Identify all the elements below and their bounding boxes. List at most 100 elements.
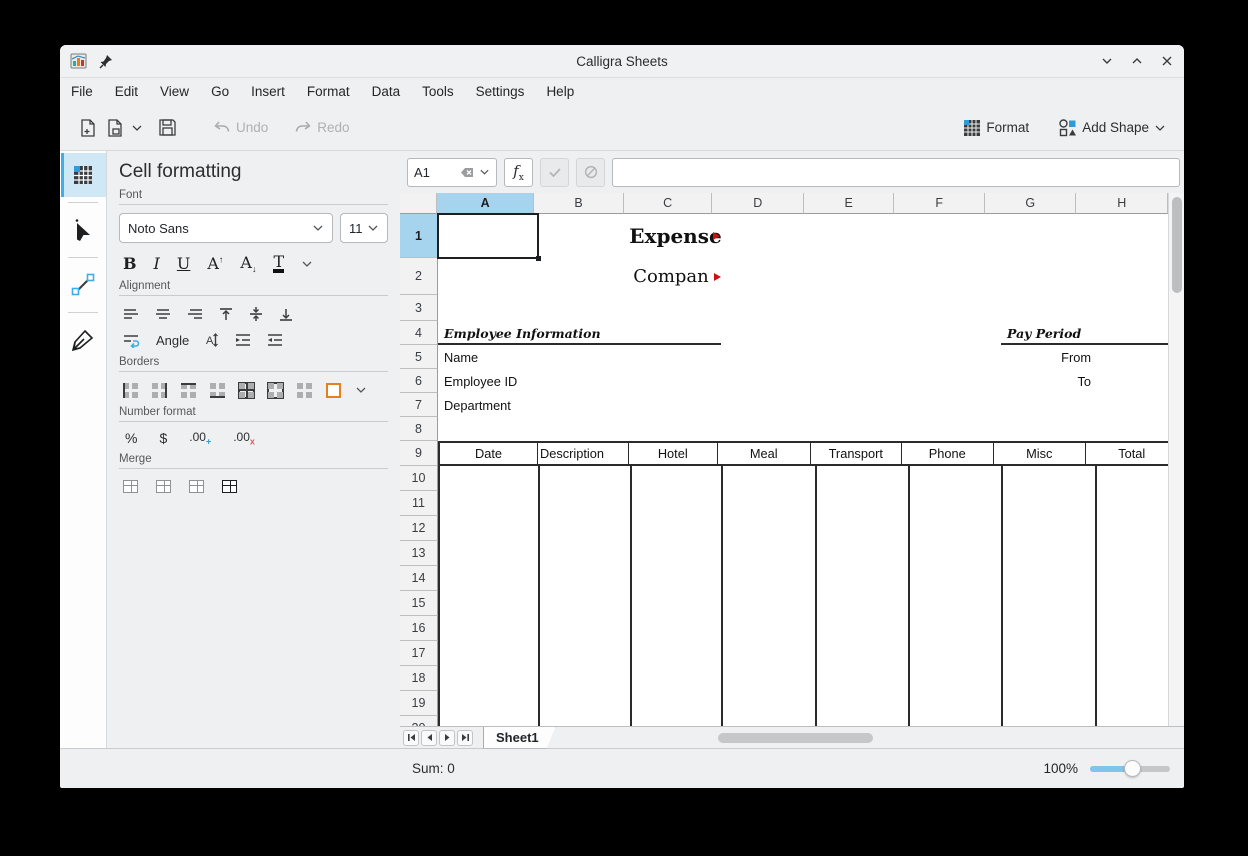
- row-header-7[interactable]: 7: [400, 393, 438, 417]
- format-button[interactable]: Format: [959, 115, 1033, 141]
- table-header-total[interactable]: Total: [1086, 443, 1168, 464]
- zoom-slider-handle[interactable]: [1124, 760, 1141, 777]
- align-bottom-icon[interactable]: [279, 307, 293, 322]
- undo-button[interactable]: Undo: [209, 116, 272, 140]
- row-header-5[interactable]: 5: [400, 345, 438, 369]
- row-header-14[interactable]: 14: [400, 566, 438, 591]
- close-button[interactable]: [1160, 54, 1174, 68]
- vertical-scrollbar[interactable]: [1168, 193, 1184, 726]
- indent-less-icon[interactable]: [267, 333, 283, 347]
- table-header-transport[interactable]: Transport: [811, 443, 903, 464]
- subscript-button[interactable]: A↓: [240, 253, 256, 274]
- border-left-icon[interactable]: [123, 383, 138, 398]
- row-header-13[interactable]: 13: [400, 541, 438, 566]
- table-header-phone[interactable]: Phone: [902, 443, 994, 464]
- border-outline-icon[interactable]: [268, 383, 283, 398]
- align-top-icon[interactable]: [219, 307, 233, 322]
- cell-g4[interactable]: Pay Period: [1007, 321, 1081, 345]
- horizontal-scrollbar-thumb[interactable]: [718, 733, 873, 743]
- menu-item-format[interactable]: Format: [307, 84, 350, 99]
- shape-selection-tool-button[interactable]: [61, 208, 106, 252]
- open-dropdown-chevron-icon[interactable]: [131, 120, 143, 135]
- currency-format-button[interactable]: $: [159, 430, 167, 446]
- font-size-select[interactable]: 11: [340, 213, 388, 243]
- column-header-b[interactable]: B: [534, 193, 624, 214]
- column-header-a[interactable]: A: [437, 193, 534, 214]
- spreadsheet-grid[interactable]: ABCDEFGH 2019181716151413121110987654321…: [400, 193, 1168, 726]
- row-header-20[interactable]: 20: [400, 716, 438, 726]
- formula-fx-button[interactable]: fx: [504, 158, 533, 187]
- align-left-icon[interactable]: [123, 307, 139, 321]
- table-header-description[interactable]: Description: [538, 443, 629, 464]
- open-document-button[interactable]: [101, 114, 128, 142]
- menu-item-go[interactable]: Go: [211, 84, 229, 99]
- border-top-icon[interactable]: [181, 383, 196, 398]
- row-header-12[interactable]: 12: [400, 516, 438, 541]
- row-header-10[interactable]: 10: [400, 466, 438, 491]
- column-header-f[interactable]: F: [894, 193, 985, 214]
- table-header-hotel[interactable]: Hotel: [629, 443, 719, 464]
- horizontal-scrollbar[interactable]: [568, 731, 1176, 745]
- cell-a6[interactable]: Employee ID: [444, 369, 517, 393]
- border-right-icon[interactable]: [152, 383, 167, 398]
- column-header-d[interactable]: D: [712, 193, 804, 214]
- connector-tool-button[interactable]: [61, 263, 106, 307]
- indent-more-icon[interactable]: [235, 333, 251, 347]
- zoom-slider[interactable]: [1090, 766, 1170, 772]
- align-middle-icon[interactable]: [249, 306, 263, 322]
- row-header-18[interactable]: 18: [400, 666, 438, 691]
- title-bar[interactable]: Calligra Sheets: [60, 45, 1184, 78]
- text-color-button[interactable]: T: [273, 255, 284, 273]
- formula-input[interactable]: [612, 158, 1180, 187]
- row-header-2[interactable]: 2: [400, 258, 438, 295]
- column-header-e[interactable]: E: [804, 193, 895, 214]
- menu-item-help[interactable]: Help: [546, 84, 574, 99]
- italic-button[interactable]: I: [154, 254, 160, 273]
- previous-sheet-button[interactable]: [421, 730, 437, 746]
- cell-tool-button[interactable]: [61, 153, 106, 197]
- column-headers[interactable]: ABCDEFGH: [400, 193, 1168, 214]
- row-header-19[interactable]: 19: [400, 691, 438, 716]
- last-sheet-button[interactable]: [457, 730, 473, 746]
- precision-minus-button[interactable]: .00x: [233, 430, 255, 446]
- wrap-text-icon[interactable]: [123, 333, 140, 348]
- row-header-16[interactable]: 16: [400, 616, 438, 641]
- cell-c1[interactable]: Expense: [630, 214, 721, 258]
- grid-corner[interactable]: [400, 193, 437, 214]
- cell-g6[interactable]: To: [1001, 369, 1091, 393]
- grid-body[interactable]: 2019181716151413121110987654321 Expense …: [400, 214, 1168, 726]
- clear-reference-icon[interactable]: [460, 167, 474, 178]
- superscript-button[interactable]: A↑: [207, 254, 223, 273]
- minimize-button[interactable]: [1100, 54, 1114, 68]
- merge-cells-icon[interactable]: [123, 480, 138, 493]
- row-header-17[interactable]: 17: [400, 641, 438, 666]
- row-header-15[interactable]: 15: [400, 591, 438, 616]
- border-color-swatch[interactable]: [326, 383, 341, 398]
- add-shape-button[interactable]: Add Shape: [1055, 115, 1170, 141]
- reference-chevron-icon[interactable]: [479, 168, 490, 176]
- row-header-11[interactable]: 11: [400, 491, 438, 516]
- border-all-icon[interactable]: [239, 383, 254, 398]
- angle-button[interactable]: Angle: [156, 333, 189, 348]
- maximize-button[interactable]: [1130, 54, 1144, 68]
- precision-plus-button[interactable]: .00+: [189, 430, 211, 446]
- first-sheet-button[interactable]: [403, 730, 419, 746]
- table-header-meal[interactable]: Meal: [718, 443, 811, 464]
- sheet-tab-sheet1[interactable]: Sheet1: [483, 727, 556, 749]
- cell-reference-box[interactable]: A1: [407, 158, 497, 187]
- menu-item-data[interactable]: Data: [372, 84, 401, 99]
- menu-item-edit[interactable]: Edit: [115, 84, 138, 99]
- table-header-misc[interactable]: Misc: [994, 443, 1087, 464]
- bold-button[interactable]: B: [123, 254, 137, 273]
- menu-item-tools[interactable]: Tools: [422, 84, 454, 99]
- column-header-h[interactable]: H: [1076, 193, 1168, 214]
- border-bottom-icon[interactable]: [210, 383, 225, 398]
- menu-item-view[interactable]: View: [160, 84, 189, 99]
- border-chevron-icon[interactable]: [355, 386, 367, 394]
- merge-vertical-icon[interactable]: [189, 480, 204, 493]
- column-header-c[interactable]: C: [624, 193, 713, 214]
- menu-item-settings[interactable]: Settings: [476, 84, 525, 99]
- pin-icon[interactable]: [99, 54, 113, 69]
- align-center-icon[interactable]: [155, 307, 171, 321]
- row-header-9[interactable]: 9: [400, 441, 438, 466]
